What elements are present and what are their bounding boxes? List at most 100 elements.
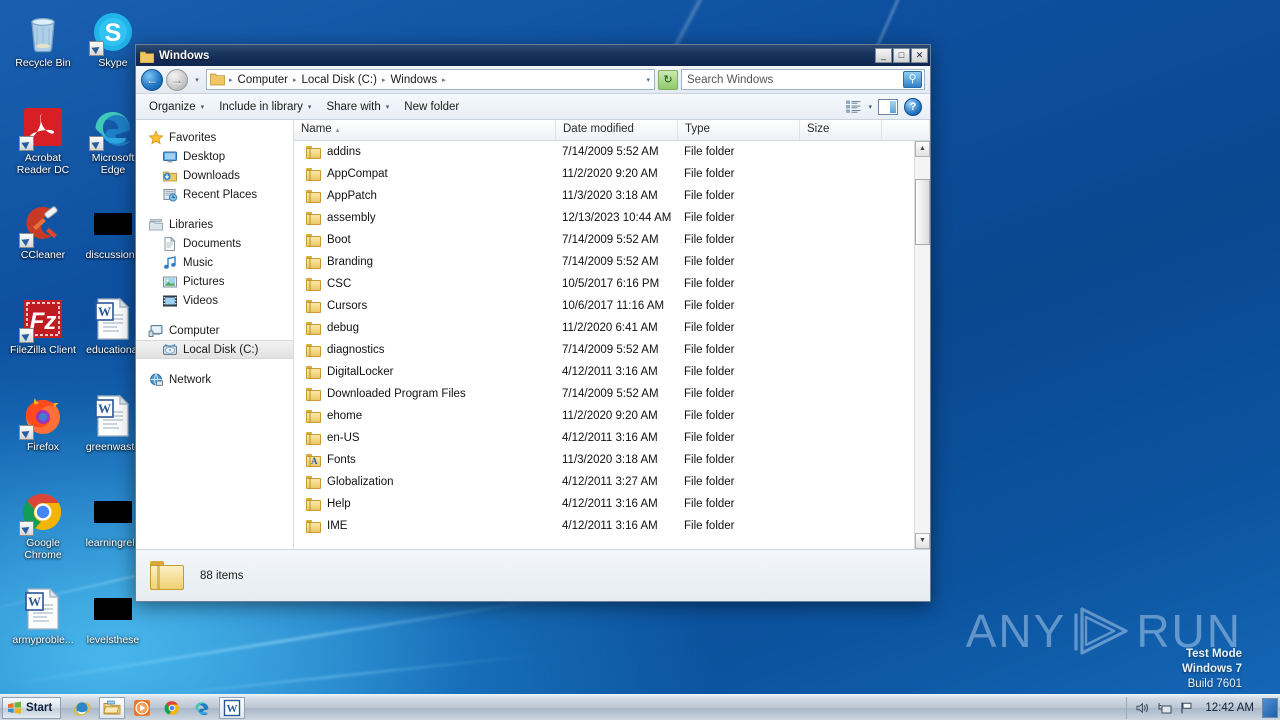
column-header-size[interactable]: Size bbox=[800, 120, 882, 140]
file-row[interactable]: assembly 12/13/2023 10:44 AM File folder bbox=[294, 207, 914, 229]
file-row[interactable]: Downloaded Program Files 7/14/2009 5:52 A… bbox=[294, 383, 914, 405]
navpane-item-pictures[interactable]: Pictures bbox=[136, 272, 293, 291]
file-row[interactable]: AppCompat 11/2/2020 9:20 AM File folder bbox=[294, 163, 914, 185]
address-bar[interactable]: ← → ▾ ▸ Computer ▸ Local Disk (C:) ▸ Win… bbox=[136, 66, 930, 94]
breadcrumb-separator[interactable]: ▸ bbox=[441, 76, 447, 84]
file-name-cell[interactable]: A Fonts bbox=[294, 453, 556, 467]
file-name-cell[interactable]: CSC bbox=[294, 277, 556, 291]
refresh-button[interactable]: ↻ bbox=[658, 69, 678, 90]
navpane-item-documents[interactable]: Documents bbox=[136, 234, 293, 253]
desktop-icon-filezilla-client[interactable]: Fz FileZilla Client bbox=[8, 295, 78, 357]
column-header-date-modified[interactable]: Date modified bbox=[556, 120, 678, 140]
file-name-cell[interactable]: Boot bbox=[294, 233, 556, 247]
file-row[interactable]: Boot 7/14/2009 5:52 AM File folder bbox=[294, 229, 914, 251]
recent-pages-dropdown[interactable]: ▾ bbox=[191, 76, 203, 84]
file-rows[interactable]: addins 7/14/2009 5:52 AM File folder AppCom… bbox=[294, 141, 914, 549]
search-box[interactable]: Search Windows ⚲ bbox=[681, 69, 925, 90]
taskbar-button-microsoft-word[interactable]: W bbox=[219, 696, 246, 719]
column-header-name[interactable]: Name ▴ bbox=[294, 120, 556, 140]
navpane-group-network[interactable]: Network bbox=[136, 370, 293, 389]
desktop-icon-acrobat-reader-dc[interactable]: Acrobat Reader DC bbox=[8, 103, 78, 176]
windows-explorer-window[interactable]: Windows _ □ ✕ ← → ▾ ▸ Computer ▸ Local D… bbox=[135, 44, 931, 602]
search-input[interactable]: Search Windows bbox=[687, 74, 903, 86]
file-name-cell[interactable]: debug bbox=[294, 321, 556, 335]
navpane-group-computer[interactable]: Computer bbox=[136, 321, 293, 340]
file-row[interactable]: addins 7/14/2009 5:52 AM File folder bbox=[294, 141, 914, 163]
desktop-icon-armyproble[interactable]: Warmyproble... bbox=[8, 585, 78, 647]
taskbar[interactable]: Start W 12:42 AM bbox=[0, 694, 1280, 720]
vertical-scrollbar[interactable]: ▲ ▼ bbox=[914, 141, 930, 549]
navigation-pane[interactable]: Favorites Desktop Downloads Recent Places Li… bbox=[136, 120, 294, 549]
action-center-flag-icon[interactable] bbox=[1179, 701, 1194, 715]
scroll-down-button[interactable]: ▼ bbox=[915, 533, 930, 549]
navpane-item-downloads[interactable]: Downloads bbox=[136, 166, 293, 185]
file-row[interactable]: Globalization 4/12/2011 3:27 AM File folde… bbox=[294, 471, 914, 493]
file-name-cell[interactable]: Globalization bbox=[294, 475, 556, 489]
file-row[interactable]: DigitalLocker 4/12/2011 3:16 AM File folde… bbox=[294, 361, 914, 383]
column-header-row[interactable]: Name ▴ Date modified Type Size bbox=[294, 120, 930, 141]
command-toolbar[interactable]: Organize ▾ Include in library ▾ Share with ▾ N… bbox=[136, 94, 930, 120]
toolbar-new-folder-button[interactable]: New folder bbox=[397, 98, 466, 116]
minimize-button[interactable]: _ bbox=[875, 48, 892, 63]
scrollbar-thumb[interactable] bbox=[915, 179, 930, 245]
toolbar-organize-button[interactable]: Organize ▾ bbox=[142, 98, 211, 116]
breadcrumb-item-computer[interactable]: Computer bbox=[235, 73, 292, 87]
navpane-group-favorites[interactable]: Favorites bbox=[136, 128, 293, 147]
desktop-icon-ccleaner[interactable]: CCleaner bbox=[8, 200, 78, 262]
system-tray[interactable]: 12:42 AM bbox=[1126, 696, 1260, 719]
view-options-icon[interactable] bbox=[845, 99, 862, 114]
file-name-cell[interactable]: diagnostics bbox=[294, 343, 556, 357]
file-name-cell[interactable]: DigitalLocker bbox=[294, 365, 556, 379]
file-name-cell[interactable]: Cursors bbox=[294, 299, 556, 313]
address-dropdown-icon[interactable]: ▾ bbox=[645, 76, 651, 84]
desktop-icon-firefox[interactable]: Firefox bbox=[8, 392, 78, 454]
navpane-item-music[interactable]: Music bbox=[136, 253, 293, 272]
taskbar-button-microsoft-edge[interactable] bbox=[189, 697, 215, 719]
taskbar-button-windows-explorer[interactable] bbox=[99, 696, 126, 719]
back-button[interactable]: ← bbox=[141, 68, 163, 91]
file-name-cell[interactable]: assembly bbox=[294, 211, 556, 225]
file-row[interactable]: IME 4/12/2011 3:16 AM File folder bbox=[294, 515, 914, 537]
preview-pane-icon[interactable] bbox=[878, 98, 898, 115]
file-row[interactable]: AppPatch 11/3/2020 3:18 AM File folder bbox=[294, 185, 914, 207]
navpane-item-recent-places[interactable]: Recent Places bbox=[136, 185, 293, 204]
navpane-item-local-disk-c[interactable]: Local Disk (C:) bbox=[136, 340, 293, 359]
window-titlebar[interactable]: Windows _ □ ✕ bbox=[136, 45, 930, 66]
file-row[interactable]: en-US 4/12/2011 3:16 AM File folder bbox=[294, 427, 914, 449]
toolbar-share-with-button[interactable]: Share with ▾ bbox=[319, 98, 396, 116]
clock[interactable]: 12:42 AM bbox=[1201, 702, 1258, 714]
volume-icon[interactable] bbox=[1135, 701, 1150, 715]
file-name-cell[interactable]: addins bbox=[294, 145, 556, 159]
file-name-cell[interactable]: Downloaded Program Files bbox=[294, 387, 556, 401]
file-row[interactable]: diagnostics 7/14/2009 5:52 AM File folder bbox=[294, 339, 914, 361]
navpane-item-videos[interactable]: Videos bbox=[136, 291, 293, 310]
file-name-cell[interactable]: AppCompat bbox=[294, 167, 556, 181]
view-dropdown-icon[interactable]: ▾ bbox=[868, 103, 872, 111]
start-button[interactable]: Start bbox=[2, 696, 62, 719]
file-name-cell[interactable]: IME bbox=[294, 519, 556, 533]
file-row[interactable]: ehome 11/2/2020 9:20 AM File folder bbox=[294, 405, 914, 427]
file-row[interactable]: debug 11/2/2020 6:41 AM File folder bbox=[294, 317, 914, 339]
network-icon[interactable] bbox=[1157, 701, 1172, 715]
taskbar-button-windows-media-player[interactable] bbox=[129, 697, 155, 719]
breadcrumb[interactable]: ▸ Computer ▸ Local Disk (C:) ▸ Windows ▸… bbox=[206, 69, 655, 90]
file-name-cell[interactable]: en-US bbox=[294, 431, 556, 445]
breadcrumb-item-windows[interactable]: Windows bbox=[387, 73, 440, 87]
taskbar-button-google-chrome[interactable] bbox=[159, 697, 185, 719]
search-icon[interactable]: ⚲ bbox=[903, 71, 922, 88]
toolbar-right-group[interactable]: ▾? bbox=[845, 97, 924, 116]
file-row[interactable]: CSC 10/5/2017 6:16 PM File folder bbox=[294, 273, 914, 295]
file-row[interactable]: Help 4/12/2011 3:16 AM File folder bbox=[294, 493, 914, 515]
breadcrumb-separator[interactable]: ▸ bbox=[381, 76, 387, 84]
file-row[interactable]: Branding 7/14/2009 5:52 AM File folder bbox=[294, 251, 914, 273]
breadcrumb-separator[interactable]: ▸ bbox=[228, 76, 234, 84]
toolbar-include-in-library-button[interactable]: Include in library ▾ bbox=[212, 98, 318, 116]
breadcrumb-separator[interactable]: ▸ bbox=[292, 76, 298, 84]
close-button[interactable]: ✕ bbox=[911, 48, 928, 63]
file-name-cell[interactable]: Branding bbox=[294, 255, 556, 269]
show-desktop-button[interactable] bbox=[1262, 697, 1278, 718]
maximize-button[interactable]: □ bbox=[893, 48, 910, 63]
help-icon[interactable]: ? bbox=[904, 97, 922, 116]
scrollbar-track[interactable] bbox=[915, 157, 930, 533]
taskbar-button-internet-explorer[interactable] bbox=[69, 697, 95, 719]
